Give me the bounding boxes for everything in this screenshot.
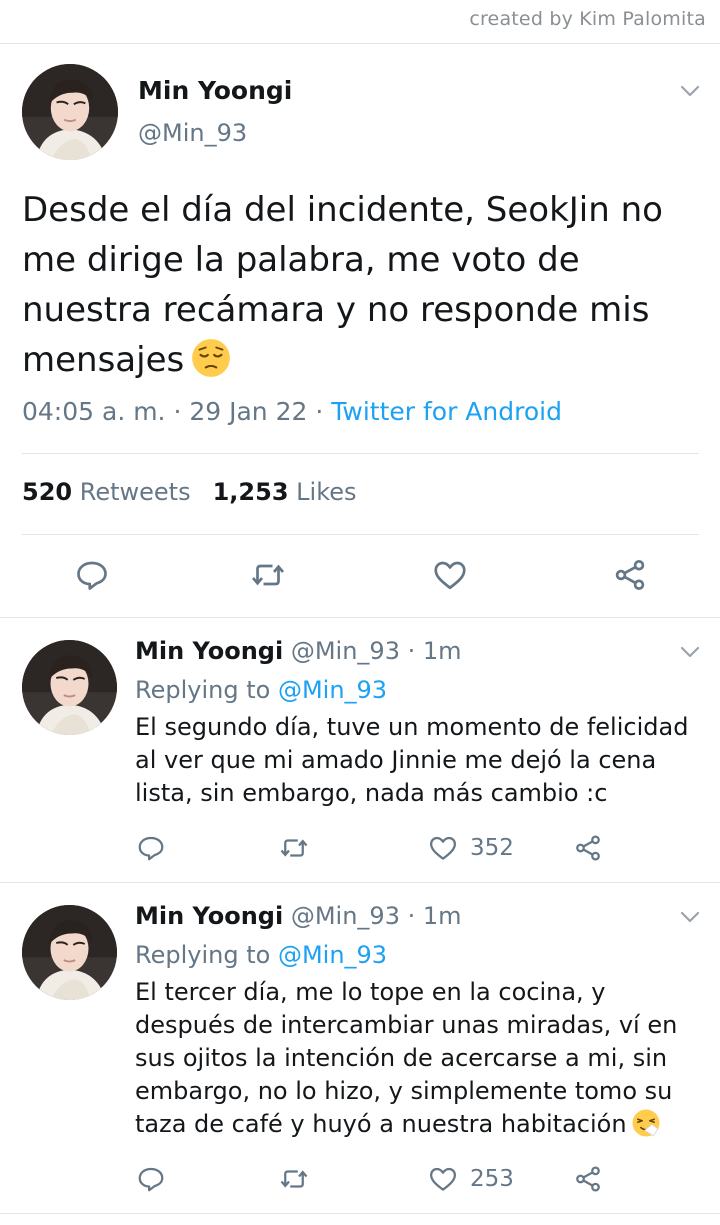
tweet-meta: 04:05 a. m. · 29 Jan 22 · Twitter for An…: [22, 397, 562, 426]
share-button[interactable]: [573, 1164, 603, 1194]
author-name[interactable]: Min Yoongi: [135, 637, 283, 665]
author-handle-time: @Min_93 · 1m: [290, 637, 462, 665]
like-button[interactable]: 253: [428, 1164, 514, 1194]
reply-author[interactable]: Min Yoongi @Min_93 · 1m: [135, 637, 462, 665]
sneezing-face-icon: [631, 1108, 661, 1138]
reply-icon: [136, 1164, 166, 1194]
retweet-icon: [279, 1164, 309, 1194]
share-icon: [573, 1164, 603, 1194]
like-button[interactable]: [432, 557, 468, 593]
like-icon: [432, 557, 468, 593]
reply-button[interactable]: [136, 833, 166, 863]
author-handle-time: @Min_93 · 1m: [290, 902, 462, 930]
share-button[interactable]: [612, 557, 648, 593]
chevron-down-icon[interactable]: [679, 645, 701, 659]
share-icon: [612, 557, 648, 593]
chevron-down-icon[interactable]: [679, 84, 701, 98]
avatar[interactable]: [22, 905, 117, 1000]
retweets-count[interactable]: 520: [22, 478, 72, 506]
like-icon: [428, 833, 458, 863]
replying-handle-link[interactable]: @Min_93: [278, 941, 387, 969]
reply-button[interactable]: [136, 1164, 166, 1194]
likes-label[interactable]: Likes: [296, 478, 356, 506]
divider: [0, 617, 720, 618]
retweet-button[interactable]: [279, 833, 309, 863]
author-handle[interactable]: @Min_93: [138, 119, 247, 147]
likes-count[interactable]: 1,253: [213, 478, 289, 506]
divider: [22, 534, 699, 535]
replying-to: Replying to @Min_93: [135, 941, 387, 969]
chevron-down-icon[interactable]: [679, 910, 701, 924]
like-icon: [428, 1164, 458, 1194]
reply-icon: [136, 833, 166, 863]
retweets-label[interactable]: Retweets: [80, 478, 191, 506]
tweet-timestamp: 04:05 a. m. · 29 Jan 22 ·: [22, 397, 332, 426]
reply-author[interactable]: Min Yoongi @Min_93 · 1m: [135, 902, 462, 930]
divider: [22, 453, 699, 454]
retweet-button[interactable]: [279, 1164, 309, 1194]
divider: [0, 882, 720, 883]
replying-to: Replying to @Min_93: [135, 676, 387, 704]
author-name[interactable]: Min Yoongi: [135, 902, 283, 930]
avatar[interactable]: [22, 640, 117, 735]
tweet-body: Desde el día del incidente, SeokJin no m…: [22, 190, 663, 380]
credit-text: created by Kim Palomita: [469, 8, 706, 30]
divider: [0, 1213, 720, 1214]
top-divider: [0, 43, 720, 44]
retweet-button[interactable]: [250, 557, 286, 593]
replying-label: Replying to: [135, 941, 278, 969]
replying-label: Replying to: [135, 676, 278, 704]
replying-handle-link[interactable]: @Min_93: [278, 676, 387, 704]
pensive-face-icon: [190, 337, 232, 379]
reply-text: El tercer día, me lo tope en la cocina, …: [135, 976, 705, 1141]
author-name[interactable]: Min Yoongi: [138, 76, 292, 105]
retweet-icon: [250, 557, 286, 593]
tweet-source-link[interactable]: Twitter for Android: [331, 397, 562, 426]
reply-icon: [74, 557, 110, 593]
share-button[interactable]: [573, 833, 603, 863]
avatar[interactable]: [22, 64, 118, 160]
tweet-stats: 520 Retweets 1,253 Likes: [22, 478, 357, 506]
retweet-icon: [279, 833, 309, 863]
reply-body: El tercer día, me lo tope en la cocina, …: [135, 978, 678, 1138]
share-icon: [573, 833, 603, 863]
reply-button[interactable]: [74, 557, 110, 593]
like-button[interactable]: 352: [428, 833, 514, 863]
like-count: 352: [470, 835, 514, 861]
like-count: 253: [470, 1166, 514, 1192]
reply-text: El segundo día, tuve un momento de felic…: [135, 713, 689, 807]
tweet-text: Desde el día del incidente, SeokJin no m…: [22, 185, 702, 385]
